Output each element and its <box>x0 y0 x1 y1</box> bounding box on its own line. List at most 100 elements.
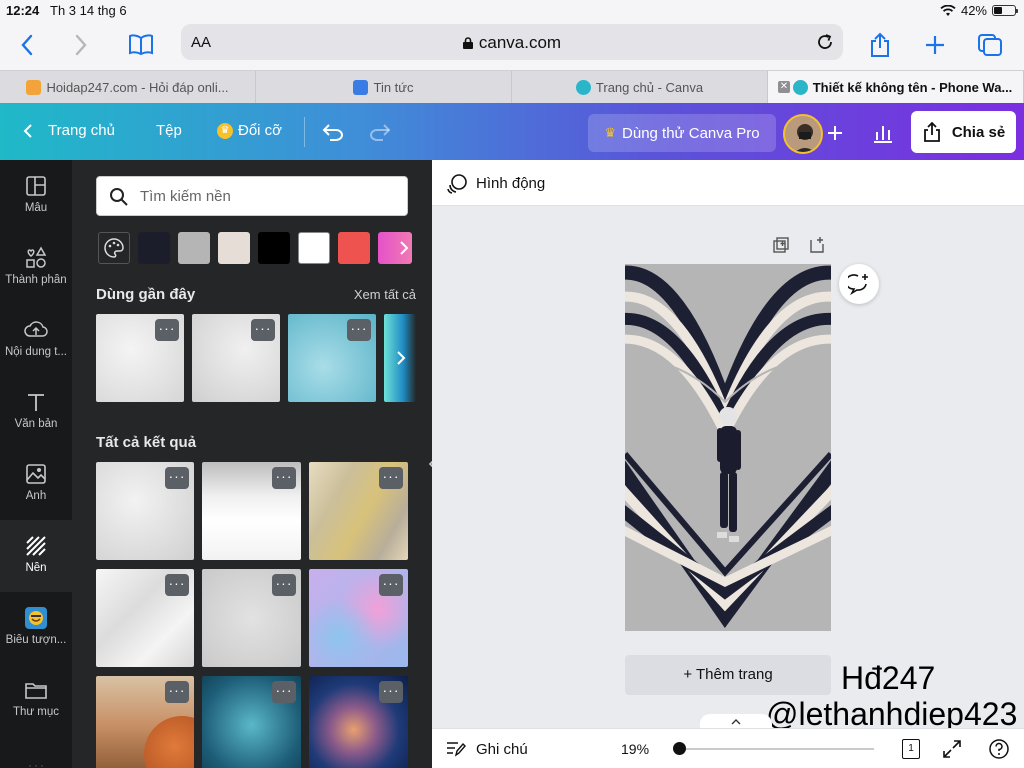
share-button[interactable]: Chia sẻ <box>911 111 1016 153</box>
search-input[interactable]: Tìm kiếm nền <box>96 176 408 216</box>
tab-canva-home[interactable]: Trang chủ - Canva <box>512 71 768 103</box>
home-button[interactable]: Trang chủ <box>22 122 115 139</box>
background-thumbnail[interactable]: ··· <box>202 462 301 560</box>
background-thumbnail[interactable]: ··· <box>202 676 301 768</box>
fullscreen-icon[interactable] <box>942 739 962 759</box>
back-icon[interactable] <box>10 28 44 62</box>
resize-button[interactable]: ♛ Đổi cỡ <box>217 122 282 139</box>
more-dots-icon[interactable]: ··· <box>28 758 46 768</box>
redo-icon[interactable] <box>369 122 391 142</box>
avatar[interactable] <box>783 114 823 154</box>
more-options-icon[interactable]: ··· <box>272 467 296 489</box>
more-options-icon[interactable]: ··· <box>165 574 189 596</box>
new-tab-icon[interactable] <box>918 28 952 62</box>
background-thumbnail[interactable]: ··· <box>96 314 184 402</box>
design-page[interactable] <box>625 264 831 631</box>
page-count-button[interactable]: 1 <box>902 739 920 759</box>
more-options-icon[interactable]: ··· <box>379 467 403 489</box>
hoidap-favicon-icon <box>26 79 42 95</box>
tab-overview-icon[interactable] <box>973 28 1007 62</box>
add-collaborator-icon[interactable] <box>826 124 844 142</box>
color-swatch[interactable] <box>298 232 330 264</box>
rail-label: Biểu tượn... <box>5 634 67 646</box>
rail-item-folders[interactable]: Thư mục <box>0 664 72 736</box>
color-swatch[interactable] <box>138 232 170 264</box>
zoom-slider[interactable] <box>678 748 874 750</box>
background-thumbnail[interactable]: ··· <box>309 462 408 560</box>
notes-button[interactable]: Ghi chú <box>476 741 528 758</box>
more-options-icon[interactable]: ··· <box>155 319 179 341</box>
url-display[interactable]: canva.com <box>181 33 843 53</box>
background-thumbnail[interactable]: ··· <box>96 462 194 560</box>
background-thumbnail[interactable]: ··· <box>96 676 194 768</box>
recent-title: Dùng gần đây <box>96 286 196 303</box>
close-tab-icon[interactable]: ✕ <box>778 81 790 93</box>
more-options-icon[interactable]: ··· <box>272 574 296 596</box>
background-thumbnail[interactable]: ··· <box>192 314 280 402</box>
elements-icon <box>26 246 47 268</box>
duplicate-page-icon[interactable] <box>772 236 790 254</box>
background-thumbnail[interactable]: ··· <box>96 569 194 667</box>
template-icon <box>26 176 46 196</box>
address-bar[interactable]: AA canva.com <box>181 24 843 60</box>
animate-icon[interactable] <box>446 173 468 195</box>
more-options-icon[interactable]: ··· <box>347 319 371 341</box>
basketball-icon <box>144 716 194 768</box>
pro-label: Dùng thử Canva Pro <box>622 124 760 142</box>
tab-canva-design[interactable]: ✕ Thiết kế không tên - Phone Wa... <box>768 71 1024 103</box>
more-options-icon[interactable]: ··· <box>379 681 403 703</box>
rail-item-background[interactable]: Nền <box>0 520 72 592</box>
animation-bar: Hình động <box>432 160 1024 206</box>
reload-icon[interactable] <box>815 32 835 52</box>
add-page-icon[interactable] <box>808 236 826 254</box>
undo-icon[interactable] <box>322 122 344 142</box>
more-options-icon[interactable]: ··· <box>251 319 275 341</box>
zoom-percent[interactable]: 19% <box>621 741 649 757</box>
lock-icon <box>462 34 473 49</box>
tab-hoidap[interactable]: Hoidap247.com - Hỏi đáp onli... <box>0 71 256 103</box>
add-comment-button[interactable] <box>839 264 879 304</box>
background-thumbnail[interactable]: ··· <box>309 569 408 667</box>
color-swatch[interactable] <box>258 232 290 264</box>
background-thumbnail[interactable]: ··· <box>288 314 376 402</box>
file-menu-button[interactable]: Tệp <box>156 122 182 139</box>
share-icon[interactable] <box>863 28 897 62</box>
background-panel: Tìm kiếm nền Dùng gần đây Xem tất cả ···… <box>72 160 432 768</box>
search-placeholder: Tìm kiếm nền <box>140 188 231 205</box>
color-swatch[interactable] <box>218 232 250 264</box>
bookmarks-icon[interactable] <box>124 28 158 62</box>
rail-item-templates[interactable]: Mẫu <box>0 160 72 232</box>
background-thumbnail[interactable] <box>384 314 416 402</box>
background-thumbnail[interactable]: ··· <box>309 676 408 768</box>
animation-button[interactable]: Hình động <box>476 175 545 192</box>
more-options-icon[interactable]: ··· <box>165 467 189 489</box>
chevron-right-icon[interactable] <box>396 350 406 366</box>
more-options-icon[interactable]: ··· <box>165 681 189 703</box>
search-icon <box>110 188 128 206</box>
background-thumbnail[interactable]: ··· <box>202 569 301 667</box>
palette-icon[interactable] <box>98 232 130 264</box>
swatch-next-button[interactable] <box>378 232 412 264</box>
color-swatch[interactable] <box>178 232 210 264</box>
insights-icon[interactable] <box>872 122 894 144</box>
try-canva-pro-button[interactable]: ♛ Dùng thử Canva Pro <box>588 114 776 152</box>
tab-news[interactable]: Tin tức <box>256 71 512 103</box>
see-all-link[interactable]: Xem tất cả <box>354 287 416 302</box>
rail-item-emoji[interactable]: Biểu tượn... <box>0 592 72 664</box>
rail-label: Văn bản <box>14 418 58 430</box>
rail-item-photos[interactable]: Ảnh <box>0 448 72 520</box>
add-page-button[interactable]: + Thêm trang <box>625 655 831 695</box>
help-icon[interactable] <box>989 739 1009 759</box>
zoom-slider-handle[interactable] <box>673 742 686 755</box>
more-options-icon[interactable]: ··· <box>272 681 296 703</box>
rail-item-uploads[interactable]: Nội dung t... <box>0 304 72 376</box>
more-options-icon[interactable]: ··· <box>379 574 403 596</box>
rail-item-elements[interactable]: Thành phần <box>0 232 72 304</box>
editor-header: Trang chủ Tệp ♛ Đổi cỡ ♛ Dùng thử Canva … <box>0 103 1024 160</box>
rail-item-text[interactable]: Văn bản <box>0 376 72 448</box>
folder-icon <box>25 683 47 699</box>
forward-icon[interactable] <box>64 28 98 62</box>
color-swatch[interactable] <box>338 232 370 264</box>
battery-percent: 42% <box>960 3 987 18</box>
chevron-up-icon <box>731 719 741 725</box>
